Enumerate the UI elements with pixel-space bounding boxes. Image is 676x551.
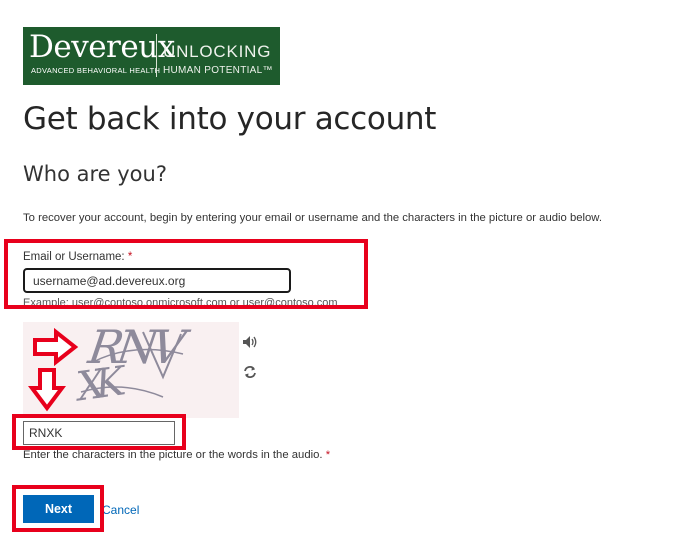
refresh-icon[interactable]	[243, 365, 257, 379]
required-marker: *	[127, 251, 133, 263]
section-title: Who are you?	[23, 162, 167, 186]
captcha-hint: Enter the characters in the picture or t…	[23, 449, 330, 461]
logo-divider	[156, 34, 157, 77]
captcha-hint-text: Enter the characters in the picture or t…	[23, 449, 323, 461]
email-label: Email or Username: *	[23, 251, 132, 263]
instructions-text: To recover your account, begin by enteri…	[23, 212, 602, 224]
captcha-image: RNV XK	[23, 320, 239, 418]
cancel-link[interactable]: Cancel	[102, 503, 139, 517]
refresh-icon-glyph	[244, 366, 256, 378]
required-marker: *	[325, 449, 331, 461]
speaker-icon[interactable]	[242, 335, 258, 349]
logo-tagline-2: HUMAN POTENTIAL™	[163, 65, 273, 76]
email-username-input[interactable]	[23, 268, 291, 293]
page-title: Get back into your account	[23, 101, 437, 137]
email-label-text: Email or Username:	[23, 251, 125, 263]
next-button[interactable]: Next	[23, 495, 94, 523]
logo-subtitle: ADVANCED BEHAVIORAL HEALTH	[31, 66, 161, 75]
logo-tagline-1: UNLOCKING	[163, 42, 272, 61]
speaker-icon-glyph	[243, 336, 257, 348]
devereux-logo: Devereux ADVANCED BEHAVIORAL HEALTH UNLO…	[23, 27, 280, 85]
email-example-text: Example: user@contoso.onmicrosoft.com or…	[23, 297, 338, 309]
logo-brand-text: Devereux	[29, 29, 175, 65]
captcha-text-line-2: XK	[73, 359, 119, 411]
captcha-input[interactable]	[23, 421, 175, 445]
